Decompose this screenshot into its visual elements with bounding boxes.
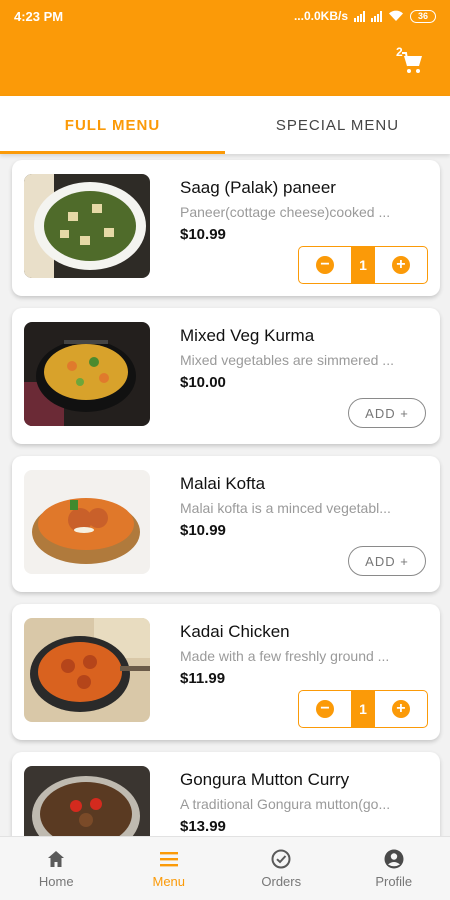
app-bar: 4:23 PM ...0.0KB/s 36 2	[0, 0, 450, 96]
wifi-icon	[389, 10, 403, 21]
quantity-stepper: − 1 +	[298, 246, 428, 284]
add-to-cart-button[interactable]: ADD +	[348, 546, 426, 576]
orders-check-icon	[271, 849, 291, 869]
network-speed: ...0.0KB/s	[293, 9, 348, 23]
plus-icon: +	[391, 700, 410, 718]
nav-orders[interactable]: Orders	[225, 837, 338, 900]
tab-full-menu[interactable]: FULL MENU	[0, 96, 225, 154]
item-description: Mixed vegetables are simmered ...	[180, 352, 394, 368]
status-bar: 4:23 PM ...0.0KB/s 36	[0, 0, 450, 32]
menu-icon	[159, 852, 178, 867]
food-image	[24, 470, 150, 574]
quantity-stepper: − 1 +	[298, 690, 428, 728]
nav-label-profile: Profile	[375, 874, 413, 889]
item-description: Made with a few freshly ground ...	[180, 648, 390, 664]
increase-button[interactable]: +	[375, 691, 427, 727]
bottom-navigation: Home Menu Orders Profile	[0, 836, 450, 900]
nav-profile[interactable]: Profile	[338, 837, 450, 900]
food-image	[24, 618, 150, 722]
home-icon	[48, 851, 65, 867]
menu-item-card[interactable]: Saag (Palak) paneer Paneer(cottage chees…	[12, 160, 440, 296]
menu-item-card[interactable]: Mixed Veg Kurma Mixed vegetables are sim…	[12, 308, 440, 444]
quantity-value: 1	[351, 691, 375, 727]
status-icons: ...0.0KB/s 36	[294, 9, 436, 23]
food-image	[24, 766, 150, 836]
item-description: Paneer(cottage cheese)cooked ...	[180, 204, 391, 220]
plus-icon: +	[391, 256, 410, 274]
item-name: Kadai Chicken	[180, 622, 290, 641]
menu-tabs: FULL MENU SPECIAL MENU	[0, 96, 450, 154]
quantity-value: 1	[351, 247, 375, 283]
item-name: Saag (Palak) paneer	[180, 178, 336, 197]
decrease-button[interactable]: −	[299, 691, 351, 727]
item-name: Gongura Mutton Curry	[180, 770, 350, 789]
item-name: Mixed Veg Kurma	[180, 326, 315, 345]
menu-list[interactable]: Saag (Palak) paneer Paneer(cottage chees…	[0, 154, 450, 836]
menu-item-card[interactable]: Gongura Mutton Curry A traditional Gongu…	[12, 752, 440, 836]
item-price: $10.99	[180, 522, 226, 539]
profile-icon	[384, 849, 404, 869]
cart-count-badge: 2	[396, 45, 403, 59]
item-description: A traditional Gongura mutton(go...	[180, 796, 391, 812]
cart-button[interactable]: 2	[396, 45, 428, 78]
decrease-button[interactable]: −	[299, 247, 351, 283]
minus-icon: −	[316, 700, 335, 718]
nav-label-orders: Orders	[261, 874, 302, 889]
tab-special-menu[interactable]: SPECIAL MENU	[225, 96, 450, 154]
item-price: $10.00	[180, 374, 226, 391]
increase-button[interactable]: +	[375, 247, 427, 283]
minus-icon: −	[316, 256, 335, 274]
item-name: Malai Kofta	[180, 474, 266, 493]
nav-label-home: Home	[38, 874, 74, 889]
nav-label-menu: Menu	[152, 874, 186, 889]
status-time: 4:23 PM	[14, 8, 64, 24]
item-description: Malai kofta is a minced vegetabl...	[180, 500, 391, 516]
item-price: $11.99	[180, 670, 226, 687]
nav-home[interactable]: Home	[0, 837, 113, 900]
nav-menu[interactable]: Menu	[113, 837, 226, 900]
menu-item-card[interactable]: Malai Kofta Malai kofta is a minced vege…	[12, 456, 440, 592]
battery-icon: 36	[410, 9, 436, 23]
food-image	[24, 174, 150, 278]
item-price: $13.99	[180, 818, 226, 835]
signal-icon-2	[371, 10, 382, 22]
menu-item-card[interactable]: Kadai Chicken Made with a few freshly gr…	[12, 604, 440, 740]
item-price: $10.99	[180, 226, 226, 243]
signal-icon	[354, 10, 365, 22]
food-image	[24, 322, 150, 426]
add-to-cart-button[interactable]: ADD +	[348, 398, 426, 428]
